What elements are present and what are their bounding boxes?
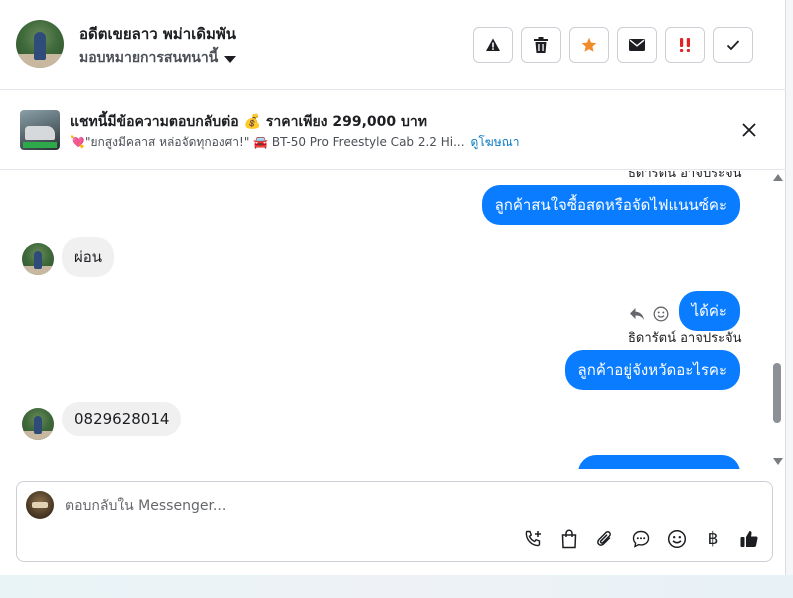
shop-button[interactable] [558, 528, 580, 550]
reply-input[interactable] [65, 495, 665, 517]
view-ad-link[interactable]: ดูโฆษณา [471, 135, 520, 149]
mark-unread-button[interactable] [617, 27, 657, 63]
message-thread[interactable]: ธิดารัตน์ อาจประจัน ลูกค้าสนใจซื้อสดหรือ… [0, 171, 786, 469]
conversation-header: อดีตเขยลาว พม่าเดิมพัน มอบหมายการสนทนานี… [0, 0, 786, 90]
message-bubble-outgoing[interactable]: ลูกค้าสนใจซื้อสดหรือจัดไฟแนนซ์คะ [481, 185, 740, 225]
scroll-down-arrow-icon[interactable] [773, 458, 783, 465]
close-icon[interactable] [740, 121, 758, 139]
mark-done-button[interactable] [713, 27, 753, 63]
delete-button[interactable] [521, 27, 561, 63]
scrollbar-thumb[interactable] [773, 363, 781, 423]
conversation-panel: อดีตเขยลาว พม่าเดิมพัน มอบหมายการสนทนานี… [0, 0, 786, 575]
message-bubble-incoming[interactable]: 0829628014 [62, 402, 182, 436]
emoji-reaction-icon[interactable] [653, 306, 669, 322]
thumbs-up-icon [740, 531, 758, 547]
message-bubble-outgoing[interactable]: ได้ค่ะ [678, 291, 740, 331]
call-button[interactable] [522, 528, 544, 550]
assign-conversation-dropdown[interactable]: มอบหมายการสนทนานี้ [79, 47, 237, 69]
trash-icon [534, 37, 548, 53]
ad-banner-description: 💘"ยกสูงมีคลาส หล่อจัดทุกองศา!" 🚘 BT-50 P… [70, 135, 465, 149]
urgent-icon [680, 38, 690, 52]
paperclip-icon [597, 531, 611, 546]
message-actions [629, 306, 669, 322]
saved-replies-button[interactable] [630, 528, 652, 550]
message-bubble-outgoing[interactable]: ลูกค้าอยู่จังหวัดอะไรคะ [564, 350, 740, 390]
page-background-strip [0, 575, 793, 598]
contact-avatar-small [22, 408, 54, 440]
assign-conversation-label: มอบหมายการสนทนานี้ [79, 50, 219, 66]
mark-urgent-button[interactable] [665, 27, 705, 63]
message-bubble-outgoing-partial[interactable] [578, 455, 740, 469]
sender-name: ธิดารัตน์ อาจประจัน [628, 171, 742, 181]
message-bubble-incoming[interactable]: ผ่อน [62, 237, 115, 277]
caret-down-icon [224, 55, 237, 63]
composer-toolbar: ฿ [522, 528, 760, 550]
ad-thumbnail[interactable] [20, 110, 60, 150]
sender-name: ธิดารัตน์ อาจประจัน [628, 331, 742, 346]
reply-composer: ฿ [16, 481, 773, 562]
payment-button[interactable]: ฿ [702, 528, 724, 550]
star-button[interactable] [569, 27, 609, 63]
ad-banner-subtitle: 💘"ยกสูงมีคลาส หล่อจัดทุกองศา!" 🚘 BT-50 P… [70, 133, 519, 152]
like-button[interactable] [738, 528, 760, 550]
smiley-icon [667, 529, 687, 549]
chat-bubble-icon [632, 530, 650, 548]
check-icon [726, 40, 740, 51]
emoji-button[interactable] [666, 528, 688, 550]
page-avatar [26, 491, 54, 519]
scroll-up-arrow-icon[interactable] [773, 174, 783, 181]
window-edge [786, 0, 793, 575]
star-icon [581, 37, 597, 52]
scrollbar[interactable] [770, 171, 784, 469]
mark-spam-button[interactable] [473, 27, 513, 63]
envelope-icon [629, 39, 645, 51]
contact-name[interactable]: อดีตเขยลาว พม่าเดิมพัน [79, 22, 236, 46]
phone-add-icon [525, 530, 541, 547]
ad-banner-title: แชทนี้มีข้อความตอบกลับต่อ 💰 ราคาเพียง 29… [70, 114, 428, 130]
contact-avatar[interactable] [16, 20, 64, 68]
attach-file-button[interactable] [594, 528, 616, 550]
contact-avatar-small [22, 243, 54, 275]
shopping-bag-icon [561, 529, 577, 549]
reply-icon[interactable] [629, 307, 645, 321]
warning-icon [486, 38, 500, 51]
baht-icon: ฿ [707, 529, 719, 549]
